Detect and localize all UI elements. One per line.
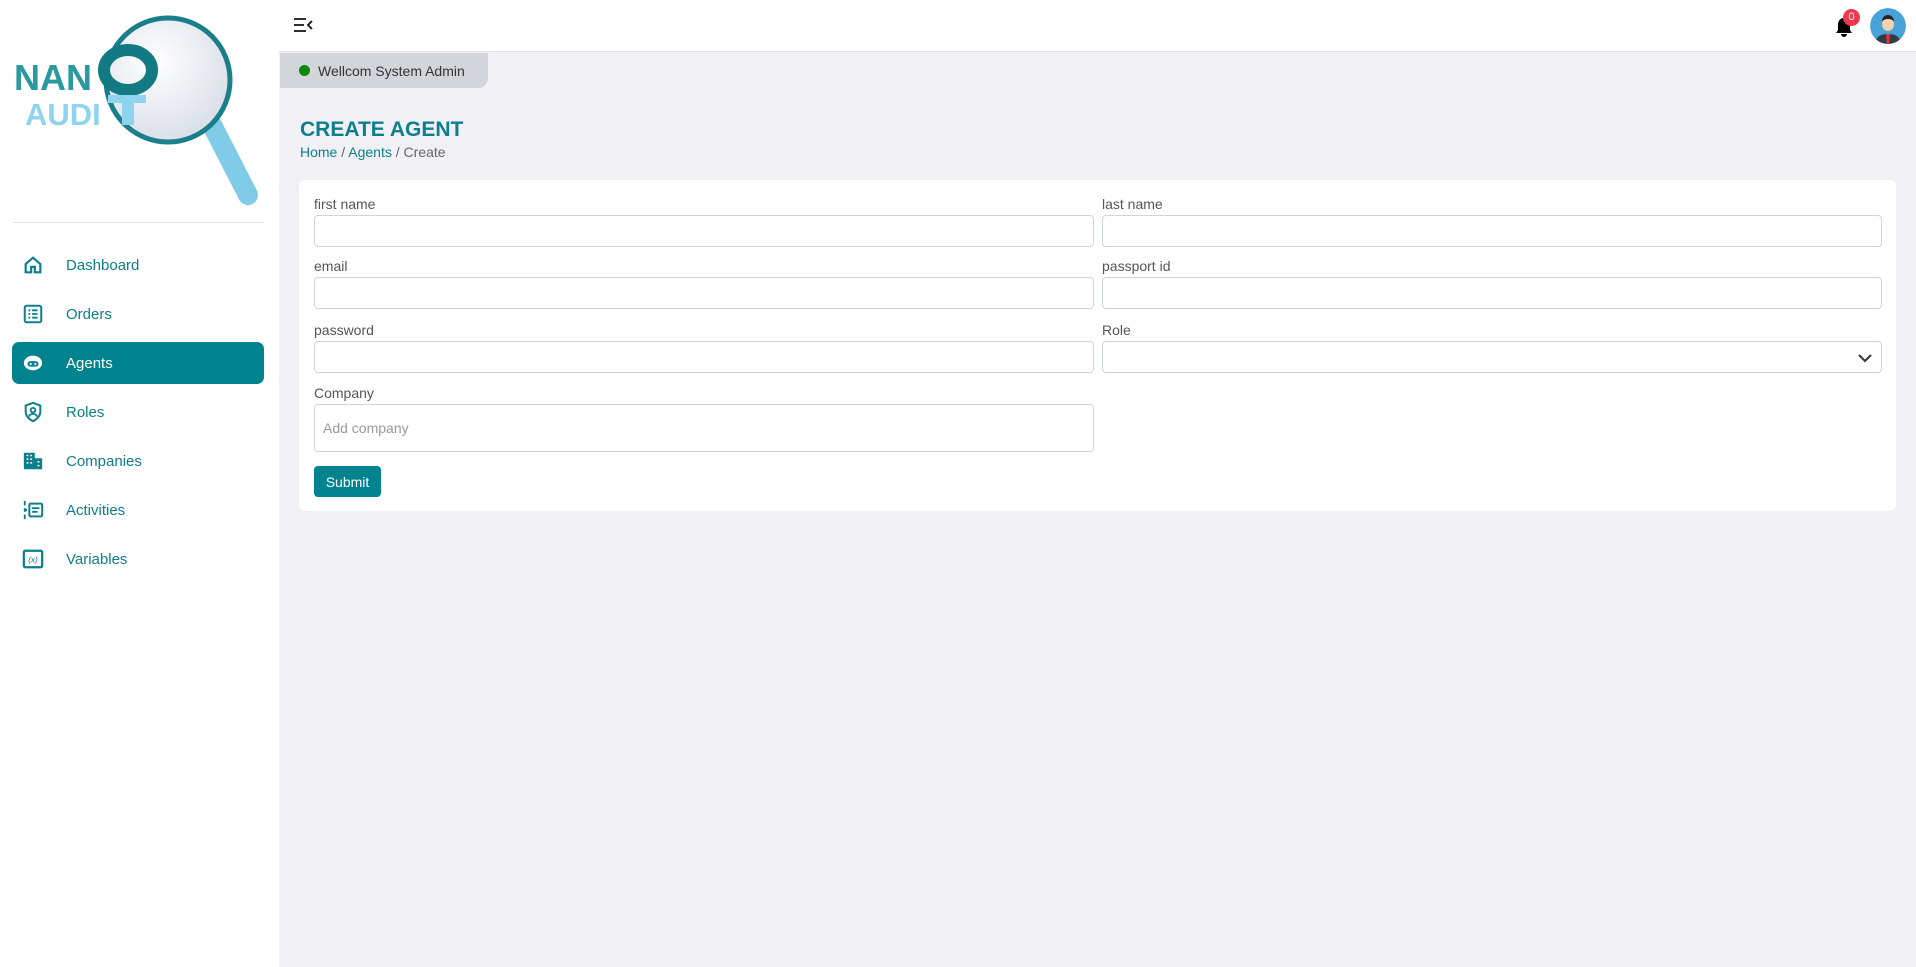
svg-text:AUDI: AUDI [25, 97, 101, 132]
welcome-tab: Wellcom System Admin [280, 53, 488, 88]
sidebar-item-orders[interactable]: Orders [12, 293, 264, 335]
submit-button[interactable]: Submit [314, 466, 381, 497]
password-group: password [314, 322, 1094, 373]
role-select[interactable] [1102, 341, 1882, 373]
company-input[interactable] [314, 404, 1094, 452]
online-status-dot [299, 65, 310, 76]
user-avatar[interactable] [1870, 8, 1906, 44]
first-name-label: first name [314, 196, 376, 212]
passport-id-input[interactable] [1102, 277, 1882, 309]
email-label: email [314, 258, 348, 274]
sidebar-item-roles[interactable]: Roles [12, 391, 264, 433]
page-title: CREATE AGENT [300, 118, 464, 141]
last-name-input[interactable] [1102, 215, 1882, 247]
menu-collapse-icon[interactable] [293, 16, 313, 34]
sidebar-item-activities[interactable]: Activities [12, 489, 264, 531]
first-name-input[interactable] [314, 215, 1094, 247]
home-icon [24, 256, 42, 274]
sidebar-nav: Dashboard Orders Agents Roles Companies … [12, 244, 264, 587]
email-input[interactable] [314, 277, 1094, 309]
password-input[interactable] [314, 341, 1094, 373]
svg-text:NAN: NAN [14, 57, 92, 98]
building-icon [23, 452, 43, 470]
breadcrumb-current: Create [403, 144, 446, 160]
sidebar-divider [12, 222, 264, 223]
variable-icon: (x) [22, 549, 44, 569]
breadcrumb-home[interactable]: Home [300, 144, 337, 160]
sidebar-item-label: Activities [66, 501, 126, 519]
sidebar-item-label: Companies [66, 452, 142, 470]
sidebar-item-label: Dashboard [66, 256, 140, 274]
last-name-group: last name [1102, 196, 1882, 247]
sidebar-item-label: Agents [66, 354, 113, 372]
chevron-down-icon [1858, 354, 1872, 363]
sidebar-item-dashboard[interactable]: Dashboard [12, 244, 264, 286]
sidebar-item-variables[interactable]: (x) Variables [12, 538, 264, 580]
company-label: Company [314, 385, 374, 401]
svg-text:(x): (x) [28, 556, 38, 565]
sidebar-item-label: Variables [66, 550, 128, 568]
passport-id-label: passport id [1102, 258, 1171, 274]
email-group: email [314, 258, 1094, 309]
top-header: 0 [279, 0, 1916, 52]
first-name-group: first name [314, 196, 1094, 247]
activity-icon [23, 500, 44, 520]
breadcrumb-agents[interactable]: Agents [348, 144, 392, 160]
notification-badge: 0 [1843, 9, 1860, 26]
sidebar-item-label: Roles [66, 403, 105, 421]
password-label: password [314, 322, 374, 338]
create-agent-form: first name last name email passport id p… [299, 180, 1896, 511]
sidebar-item-companies[interactable]: Companies [12, 440, 264, 482]
list-icon [23, 304, 43, 324]
welcome-text: Wellcom System Admin [318, 62, 465, 79]
breadcrumb: Home / Agents / Create [300, 144, 446, 160]
nano-audit-logo[interactable]: NAN AUDI [0, 0, 279, 222]
role-label: Role [1102, 322, 1131, 338]
company-group: Company [314, 385, 1094, 452]
sidebar-item-agents[interactable]: Agents [12, 342, 264, 384]
agent-icon [23, 355, 43, 371]
role-group: Role [1102, 322, 1882, 373]
sidebar-item-label: Orders [66, 305, 112, 323]
sidebar: NAN AUDI Dashboard Orders Agents Roles C… [0, 0, 279, 967]
shield-user-icon [24, 401, 42, 423]
passport-id-group: passport id [1102, 258, 1882, 309]
last-name-label: last name [1102, 196, 1163, 212]
